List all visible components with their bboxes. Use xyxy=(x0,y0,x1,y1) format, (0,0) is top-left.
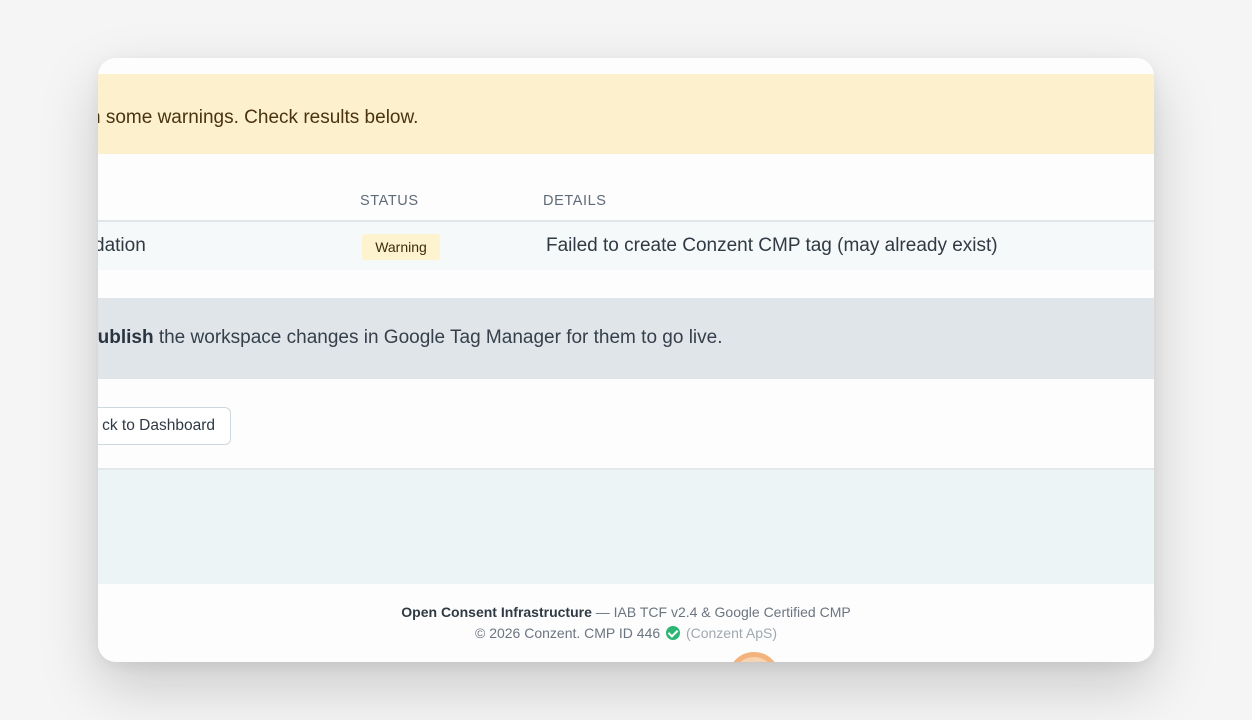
status-column-header: STATUS xyxy=(360,193,419,209)
top-strip xyxy=(98,58,1154,74)
warning-alert: h some warnings. Check results below. xyxy=(98,74,1154,154)
app-window: h some warnings. Check results below. ST… xyxy=(98,58,1154,662)
footer-tagline: — IAB TCF v2.4 & Google Certified CMP xyxy=(591,604,851,620)
footer-tagline-line: Open Consent Infrastructure — IAB TCF v2… xyxy=(98,604,1154,620)
info-alert-bold: publish xyxy=(98,327,154,348)
step-name-cell: dation xyxy=(98,235,146,256)
footer-copyright-line: © 2026 Conzent. CMP ID 446 (Conzent ApS) xyxy=(98,625,1154,641)
info-alert-text: publish the workspace changes in Google … xyxy=(98,327,723,349)
back-to-dashboard-button[interactable]: ck to Dashboard xyxy=(98,407,231,445)
info-alert-rest: the workspace changes in Google Tag Mana… xyxy=(153,327,723,348)
footer-company: (Conzent ApS) xyxy=(685,625,777,641)
details-cell: Failed to create Conzent CMP tag (may al… xyxy=(546,235,998,256)
table-row: dation Warning Failed to create Conzent … xyxy=(98,222,1154,270)
footer-copyright: © 2026 Conzent. CMP ID 446 xyxy=(474,625,661,641)
info-alert: publish the workspace changes in Google … xyxy=(98,298,1154,379)
warning-alert-text: h some warnings. Check results below. xyxy=(98,107,419,128)
status-badge: Warning xyxy=(362,234,440,260)
page-background-area xyxy=(98,470,1154,584)
footer: Open Consent Infrastructure — IAB TCF v2… xyxy=(98,584,1154,662)
check-circle-icon xyxy=(666,626,681,640)
details-column-header: DETAILS xyxy=(543,193,607,209)
footer-brand: Open Consent Infrastructure xyxy=(401,604,592,620)
